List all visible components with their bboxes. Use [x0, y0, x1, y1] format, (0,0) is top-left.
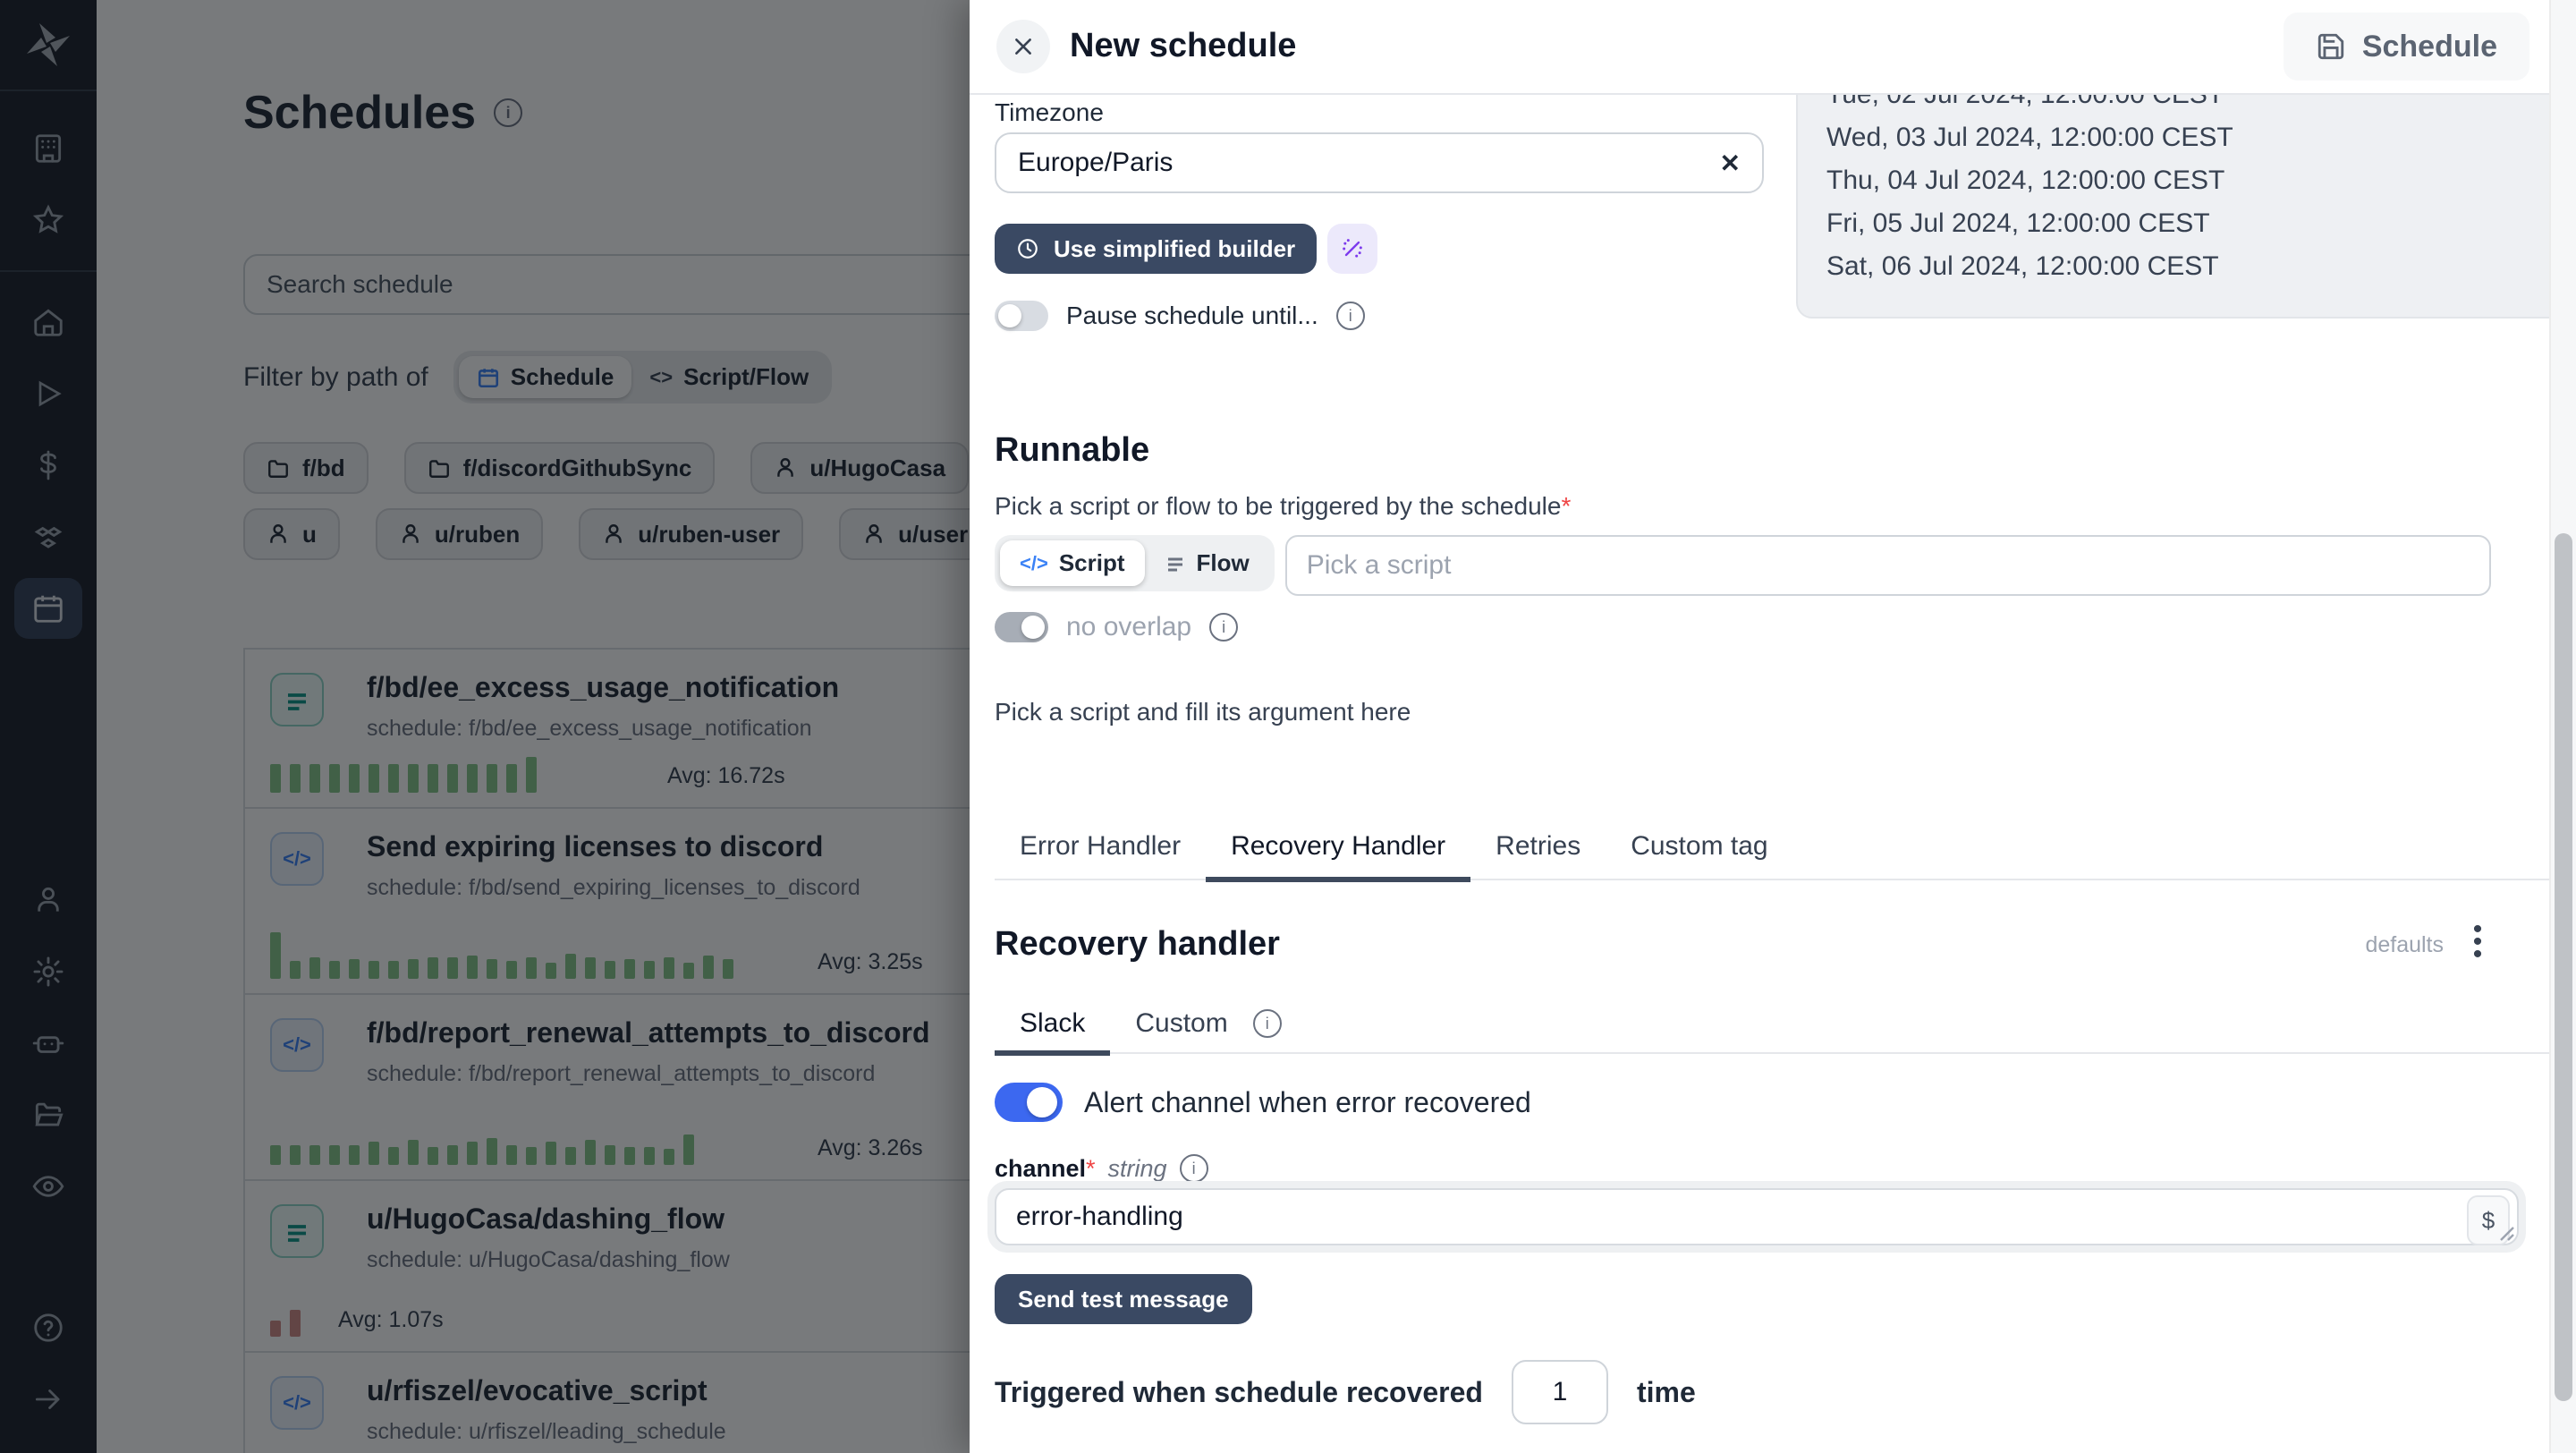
preview-date: Wed, 03 Jul 2024, 12:00:00 CEST: [1826, 116, 2549, 159]
no-overlap-label: no overlap: [1066, 612, 1191, 642]
no-overlap-toggle[interactable]: [995, 612, 1048, 642]
script-tab[interactable]: </> Script: [1000, 540, 1145, 586]
info-icon[interactable]: i: [1336, 302, 1365, 330]
runnable-heading: Runnable: [995, 431, 1149, 470]
save-icon: [2316, 31, 2346, 62]
channel-input[interactable]: error-handling $: [995, 1188, 2519, 1245]
info-icon[interactable]: i: [1253, 1009, 1282, 1038]
pause-schedule-toggle[interactable]: [995, 301, 1048, 331]
send-test-message-button[interactable]: Send test message: [995, 1274, 1252, 1324]
new-schedule-drawer: Tue, 02 Jul 2024, 12:00:00 CEST Wed, 03 …: [970, 0, 2576, 1453]
clear-icon[interactable]: ✕: [1720, 149, 1741, 178]
runnable-hint: Pick a script and fill its argument here: [995, 698, 1411, 726]
pick-script-input[interactable]: Pick a script: [1285, 535, 2491, 596]
schedule-save-button[interactable]: Schedule: [2284, 13, 2529, 81]
recovery-handler-heading: Recovery handler: [995, 925, 1280, 964]
subtab-slack[interactable]: Slack: [995, 995, 1110, 1052]
timezone-label: Timezone: [995, 98, 1104, 127]
scrollbar-thumb[interactable]: [2555, 533, 2572, 1401]
recovery-subtabs: Slack Custom i: [995, 995, 2551, 1054]
flow-tab[interactable]: Flow: [1145, 540, 1269, 586]
channel-field-type: string: [1108, 1155, 1167, 1183]
clock-icon: [1016, 237, 1039, 260]
timezone-input[interactable]: Europe/Paris ✕: [995, 132, 1764, 193]
tab-recovery-handler[interactable]: Recovery Handler: [1206, 814, 1470, 879]
preview-date: Fri, 05 Jul 2024, 12:00:00 CEST: [1826, 202, 2549, 245]
triggered-suffix: time: [1637, 1376, 1696, 1409]
preview-date: Sat, 06 Jul 2024, 12:00:00 CEST: [1826, 245, 2549, 288]
alert-channel-label: Alert channel when error recovered: [1084, 1086, 1531, 1119]
script-flow-toggle: </> Script Flow: [995, 535, 1275, 591]
channel-input-wrapper: error-handling $: [987, 1181, 2526, 1253]
pause-schedule-label: Pause schedule until...: [1066, 302, 1318, 330]
flow-icon: [1165, 553, 1186, 574]
code-icon: </>: [1020, 552, 1048, 575]
drawer-title: New schedule: [1070, 27, 1296, 65]
app-window: Schedules i Search schedule Filter by pa…: [0, 0, 2576, 1453]
modal-dim-overlay[interactable]: [0, 0, 970, 1453]
drawer-scrollbar[interactable]: [2549, 0, 2576, 1453]
close-button[interactable]: [996, 20, 1050, 73]
ai-wand-button[interactable]: [1327, 224, 1377, 274]
use-simplified-builder-button[interactable]: Use simplified builder: [995, 224, 1317, 274]
drawer-header: New schedule Schedule: [970, 0, 2576, 95]
info-icon[interactable]: i: [1180, 1154, 1208, 1183]
subtab-custom[interactable]: Custom i: [1110, 995, 1306, 1052]
handler-tabs: Error Handler Recovery Handler Retries C…: [995, 814, 2551, 880]
preview-date: Thu, 04 Jul 2024, 12:00:00 CEST: [1826, 159, 2549, 202]
resize-handle[interactable]: [2499, 1226, 2515, 1242]
alert-channel-toggle[interactable]: [995, 1083, 1063, 1122]
tab-custom-tag[interactable]: Custom tag: [1606, 814, 1792, 879]
tab-retries[interactable]: Retries: [1470, 814, 1606, 879]
close-icon: [1012, 35, 1035, 58]
kebab-menu-icon[interactable]: •••: [2465, 923, 2490, 961]
required-asterisk: *: [1561, 492, 1571, 520]
info-icon[interactable]: i: [1209, 613, 1238, 642]
runnable-description: Pick a script or flow to be triggered by…: [995, 492, 1561, 520]
tab-error-handler[interactable]: Error Handler: [995, 814, 1206, 879]
channel-field-name: channel: [995, 1155, 1086, 1182]
triggered-prefix: Triggered when schedule recovered: [995, 1376, 1483, 1409]
defaults-label: defaults: [2365, 932, 2444, 958]
wand-icon: [1340, 236, 1365, 261]
recovered-times-input[interactable]: 1: [1512, 1360, 1608, 1424]
